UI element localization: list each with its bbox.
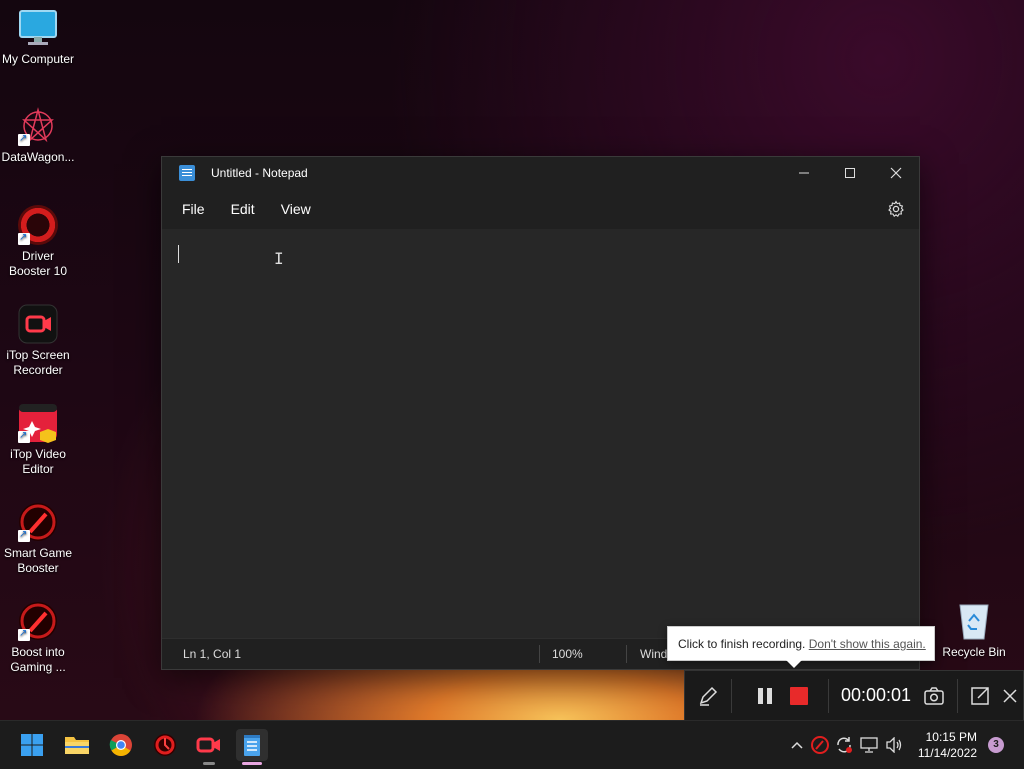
volume-icon — [886, 737, 902, 753]
chevron-up-icon — [791, 741, 803, 749]
desktop-icon-label: Smart Game Booster — [3, 546, 72, 575]
smart-game-booster-icon — [18, 502, 58, 542]
i-beam-cursor-icon: I — [274, 249, 284, 268]
sync-icon — [837, 737, 852, 753]
camera-icon — [924, 686, 944, 705]
recycle-bin-icon — [954, 601, 994, 641]
menu-edit[interactable]: Edit — [225, 197, 261, 221]
desktop-icon-my-computer[interactable]: My Computer — [0, 8, 76, 67]
minimize-button[interactable] — [781, 157, 827, 189]
close-recorder-button[interactable] — [998, 688, 1022, 703]
tray-sync[interactable] — [832, 736, 856, 754]
taskbar-chrome[interactable] — [105, 729, 137, 761]
desktop-icon-label: DataWagon... — [1, 150, 75, 164]
close-icon — [890, 167, 902, 179]
desktop-icon-recycle-bin[interactable]: Recycle Bin — [936, 601, 1012, 660]
settings-gear-icon[interactable] — [887, 200, 905, 218]
zoom-level: 100% — [552, 647, 583, 661]
open-window-icon — [971, 686, 989, 705]
pen-icon — [699, 686, 718, 706]
line-ending: Wind — [640, 647, 668, 661]
maximize-button[interactable] — [827, 157, 873, 189]
itop-video-editor-icon — [18, 403, 58, 443]
notepad-icon — [179, 165, 195, 181]
taskbar: 10:15 PM 11/14/2022 3 — [0, 720, 1024, 769]
shortcut-arrow-icon — [18, 131, 30, 146]
text-editor-area[interactable]: I — [162, 229, 919, 637]
desktop-icon-driver-booster[interactable]: Driver Booster 10 — [0, 205, 76, 279]
shortcut-arrow-icon — [18, 230, 30, 245]
itop-screen-recorder-icon — [18, 304, 58, 344]
stop-icon — [790, 686, 808, 705]
desktop-icon-label: iTop Screen Recorder — [6, 348, 70, 377]
boost-gaming-icon — [18, 601, 58, 641]
taskbar-clock[interactable]: 10:15 PM 11/14/2022 — [918, 729, 977, 761]
notification-badge[interactable]: 3 — [988, 737, 1004, 753]
menu-view[interactable]: View — [275, 197, 317, 221]
shortcut-arrow-icon — [18, 428, 30, 443]
cursor-position: Ln 1, Col 1 — [183, 647, 242, 661]
stop-button[interactable] — [782, 686, 816, 706]
desktop-icon-label: Driver Booster 10 — [8, 249, 68, 278]
network-icon — [860, 737, 878, 753]
clock-date: 11/14/2022 — [917, 746, 977, 760]
tray-volume[interactable] — [882, 737, 906, 753]
itop-screen-recorder-icon — [196, 737, 220, 753]
screenshot-button[interactable] — [919, 686, 949, 705]
close-icon — [1003, 688, 1017, 703]
tray-driver-booster[interactable] — [808, 736, 832, 754]
expand-recorder-button[interactable] — [962, 686, 998, 706]
show-hidden-icons-button[interactable] — [786, 741, 808, 749]
window-title: Untitled - Notepad — [211, 166, 308, 180]
notepad-window[interactable]: Untitled - Notepad File Edit View I Ln 1… — [161, 156, 920, 670]
desktop-icon-label: Recycle Bin — [942, 645, 1006, 659]
tray-network[interactable] — [856, 737, 882, 753]
chrome-icon — [109, 734, 132, 756]
desktop-icon-boost-gaming[interactable]: Boost into Gaming ... — [0, 601, 76, 675]
desktop-icon-label: My Computer — [1, 52, 75, 66]
text-caret — [178, 245, 179, 263]
minimize-icon — [799, 172, 809, 174]
tooltip-text: Click to finish recording. — [678, 637, 806, 651]
driver-booster-icon — [18, 205, 58, 245]
maximize-icon — [845, 168, 855, 178]
finish-recording-tooltip: Click to finish recording. Don't show th… — [667, 626, 935, 668]
desktop-icon-smart-game-booster[interactable]: Smart Game Booster — [0, 502, 76, 576]
annotate-pen-button[interactable] — [685, 685, 731, 707]
desktop-icon-datawagon[interactable]: DataWagon... — [0, 106, 76, 165]
desktop-icon-label: iTop Video Editor — [10, 447, 66, 476]
pause-icon — [758, 687, 772, 704]
folder-icon — [65, 737, 89, 754]
recording-timer: 00:00:01 — [841, 685, 912, 705]
start-button[interactable] — [16, 729, 48, 761]
menu-file[interactable]: File — [176, 197, 211, 221]
recording-toolbar: 00:00:01 — [684, 670, 1024, 721]
windows-icon — [21, 734, 43, 756]
speedometer-icon — [811, 736, 829, 754]
clock-time: 10:15 PM — [925, 730, 977, 744]
title-bar[interactable]: Untitled - Notepad — [162, 157, 919, 189]
shortcut-arrow-icon — [18, 527, 30, 542]
pause-button[interactable] — [748, 687, 782, 705]
taskbar-driver-booster[interactable] — [149, 729, 181, 761]
close-button[interactable] — [873, 157, 919, 189]
monitor-icon — [18, 8, 58, 48]
desktop-icon-label: Boost into Gaming ... — [10, 645, 66, 674]
shortcut-arrow-icon — [18, 626, 30, 641]
notepad-icon — [244, 735, 260, 756]
taskbar-itop-screen-recorder[interactable] — [193, 729, 225, 765]
taskbar-notepad[interactable] — [236, 729, 268, 765]
desktop-icon-itop-video-editor[interactable]: iTop Video Editor — [0, 403, 76, 477]
datawagon-icon — [18, 106, 58, 146]
taskbar-file-explorer[interactable] — [61, 729, 93, 761]
menu-bar: File Edit View — [162, 189, 919, 229]
driver-booster-icon — [154, 734, 176, 756]
dont-show-again-link[interactable]: Don't show this again. — [809, 637, 926, 651]
desktop-icon-itop-screen-recorder[interactable]: iTop Screen Recorder — [0, 304, 76, 378]
